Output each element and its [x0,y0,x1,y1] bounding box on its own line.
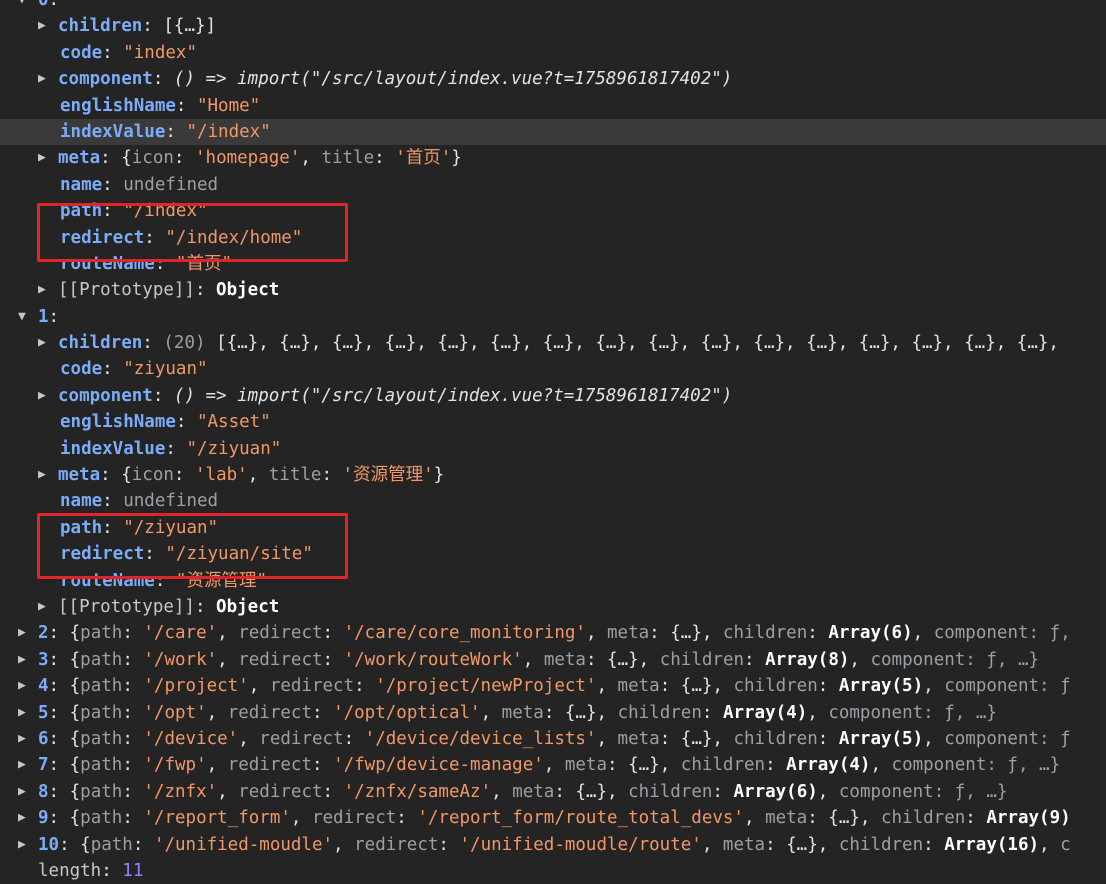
tree-node-0[interactable]: ▼0: [0,0,1106,13]
tree-node-collapsed[interactable]: ▶ 9: {path: '/report_form', redirect: '/r… [0,805,1106,831]
devtools-console-object-tree: ▼0: ▶children: [{…}] code: "index" ▶comp… [0,0,1106,884]
prop-meta[interactable]: ▶ meta: {icon: 'lab', title: '资源管理'} [0,462,1106,488]
node-index: 6 [38,728,49,749]
node-index: 9 [38,808,49,829]
prop-prototype[interactable]: ▶ [[Prototype]]: Object [0,277,1106,303]
collapse-triangle-icon[interactable]: ▶ [38,66,58,92]
collapse-triangle-icon[interactable]: ▶ [18,779,38,805]
node-index: 3 [38,649,49,670]
prop-component[interactable]: ▶ component: () => import("/src/layout/in… [0,66,1106,92]
prop-children[interactable]: ▶ children: [{…}] [0,13,1106,39]
node-index: 1 [38,306,49,327]
collapse-triangle-icon[interactable]: ▶ [18,647,38,673]
prop-code: code: "ziyuan" [60,359,208,380]
prop-indexValue: indexValue: "/index" [0,118,1106,146]
node-index: 8 [38,781,49,802]
collapse-triangle-icon[interactable]: ▶ [38,594,58,620]
node-index: 7 [38,755,49,776]
collapse-triangle-icon[interactable]: ▶ [38,145,58,171]
tree-node-collapsed[interactable]: ▶ 5: {path: '/opt', redirect: '/opt/optic… [0,700,1106,726]
prop-name: name: undefined [60,491,219,512]
prop-children[interactable]: ▶ children: (20) [{…}, {…}, {…}, {…}, {…}… [0,330,1106,356]
prop-indexValue: indexValue: "/ziyuan" [60,438,282,459]
collapse-triangle-icon[interactable]: ▶ [18,673,38,699]
tree-node-collapsed[interactable]: ▶ 10: {path: '/unified-moudle', redirect:… [0,832,1106,858]
collapse-triangle-icon[interactable]: ▶ [18,805,38,831]
prop-length: length: 11 [38,860,144,881]
node-index: 5 [38,702,49,723]
expand-triangle-icon[interactable]: ▼ [18,0,38,13]
collapse-triangle-icon[interactable]: ▶ [38,13,58,39]
prop-path: path: "/index" [60,201,208,222]
collapse-triangle-icon[interactable]: ▶ [38,277,58,303]
tree-node-collapsed[interactable]: ▶ 8: {path: '/znfx', redirect: '/znfx/sam… [0,779,1106,805]
collapse-triangle-icon[interactable]: ▶ [18,620,38,646]
prop-path: path: "/ziyuan" [60,517,219,538]
node-index: 10 [38,834,60,855]
collapse-triangle-icon[interactable]: ▶ [38,383,58,409]
tree-node-collapsed[interactable]: ▶ 4: {path: '/project', redirect: '/proje… [0,673,1106,699]
prop-routeName: routeName: "资源管理" [60,570,267,591]
prop-redirect: redirect: "/ziyuan/site" [60,544,313,565]
collapse-triangle-icon[interactable]: ▶ [38,330,58,356]
prop-routeName: routeName: "首页" [60,253,232,274]
prop-meta[interactable]: ▶ meta: {icon: 'homepage', title: '首页'} [0,145,1106,171]
prop-name: name: undefined [60,174,219,195]
collapse-triangle-icon[interactable]: ▶ [38,462,58,488]
collapse-triangle-icon[interactable]: ▶ [18,726,38,752]
node-index: 4 [38,676,49,697]
tree-node-collapsed[interactable]: ▶ 7: {path: '/fwp', redirect: '/fwp/devic… [0,752,1106,778]
collapse-triangle-icon[interactable]: ▶ [18,700,38,726]
tree-node-collapsed[interactable]: ▶ 6: {path: '/device', redirect: '/device… [0,726,1106,752]
tree-node-collapsed[interactable]: ▶ 3: {path: '/work', redirect: '/work/rou… [0,647,1106,673]
node-index: 2 [38,623,49,644]
collapse-triangle-icon[interactable]: ▶ [18,832,38,858]
tree-node-collapsed[interactable]: ▶ 2: {path: '/care', redirect: '/care/cor… [0,620,1106,646]
prop-component[interactable]: ▶ component: () => import("/src/layout/in… [0,383,1106,409]
prop-englishName: englishName: "Asset" [60,412,271,433]
prop-code: code: "index" [60,42,197,63]
prop-prototype[interactable]: ▶ [[Prototype]]: Object [0,594,1106,620]
tree-node-1[interactable]: ▼ 1: [0,304,1106,330]
prop-englishName: englishName: "Home" [60,95,261,116]
prop-redirect: redirect: "/index/home" [60,227,303,248]
collapsed-nodes: ▶ 2: {path: '/care', redirect: '/care/cor… [0,620,1106,858]
expand-triangle-icon[interactable]: ▼ [18,304,38,330]
node-index: 0 [38,0,49,10]
collapse-triangle-icon[interactable]: ▶ [18,752,38,778]
